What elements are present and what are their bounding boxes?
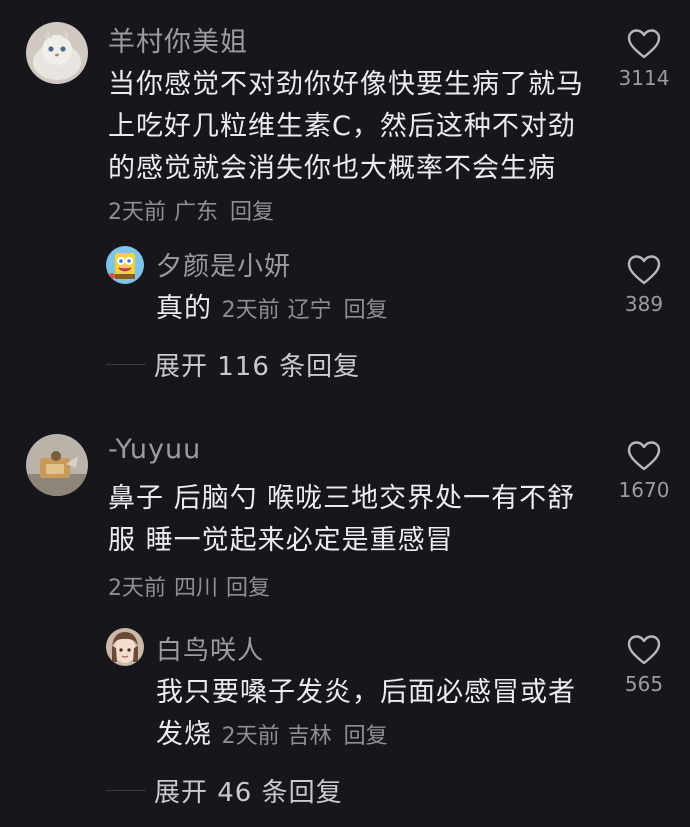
reply-body: 真的 — [156, 293, 212, 324]
comment-body: 鼻子 后脑勺 喉咙三地交界处一有不舒服 睡一觉起来必定是重感冒 — [108, 483, 576, 556]
reply-text: 真的 2天前 辽宁 回复 — [156, 288, 596, 332]
avatar[interactable] — [26, 434, 88, 496]
reply-text: 我只要嗓子发炎，后面必感冒或者发烧 2天前 吉林 回复 — [156, 672, 596, 758]
heart-outline-icon — [627, 635, 661, 665]
like-count: 1670 — [618, 478, 670, 502]
reply-button[interactable]: 回复 — [226, 576, 270, 601]
like-count: 3114 — [618, 66, 670, 90]
heart-outline-icon — [627, 255, 661, 285]
reply-location: 吉林 — [287, 724, 332, 749]
avatar[interactable] — [26, 22, 88, 84]
reply-username[interactable]: 白鸟咲人 — [156, 630, 264, 667]
reply-username[interactable]: 夕颜是小妍 — [156, 246, 291, 283]
like-button[interactable]: 3114 — [604, 28, 684, 90]
comment-time: 2天前 — [108, 200, 166, 225]
like-count: 389 — [624, 292, 664, 316]
comment-meta: 2天前 四川 回复 — [108, 570, 278, 602]
reply-meta: 2天前 辽宁 回复 — [222, 298, 396, 323]
like-button[interactable]: 565 — [604, 634, 684, 696]
comment-username[interactable]: -Yuyuu — [108, 434, 201, 465]
comment-meta: 2天前 广东 回复 — [108, 200, 282, 225]
reply-avatar[interactable] — [106, 246, 144, 284]
divider — [106, 364, 146, 365]
reply-avatar[interactable] — [106, 628, 144, 666]
comment-body: 当你感觉不对劲你好像快要生病了就马上吃好几粒维生素C，然后这种不对劲的感觉就会消… — [108, 69, 584, 184]
heart-outline-icon — [627, 29, 661, 59]
reply-location: 辽宁 — [287, 298, 332, 323]
comment-location: 广东 — [174, 200, 219, 225]
expand-replies-button[interactable]: 展开 116 条回复 — [106, 346, 360, 383]
expand-replies-label: 展开 116 条回复 — [154, 352, 361, 382]
reply-button[interactable]: 回复 — [230, 200, 274, 225]
reply-time: 2天前 — [221, 724, 280, 749]
comment-text: 鼻子 后脑勺 喉咙三地交界处一有不舒服 睡一觉起来必定是重感冒 — [108, 478, 596, 562]
expand-replies-button[interactable]: 展开 46 条回复 — [106, 772, 343, 809]
comment-location: 四川 — [174, 576, 219, 601]
like-button[interactable]: 389 — [604, 254, 684, 316]
reply-time: 2天前 — [221, 298, 280, 323]
divider — [106, 790, 146, 791]
reply-meta: 2天前 吉林 回复 — [222, 724, 396, 749]
expand-replies-label: 展开 46 条回复 — [154, 778, 343, 808]
like-count: 565 — [624, 672, 664, 696]
comment-time: 2天前 — [108, 576, 166, 601]
comment-text: 当你感觉不对劲你好像快要生病了就马上吃好几粒维生素C，然后这种不对劲的感觉就会消… — [108, 64, 596, 234]
reply-button[interactable]: 回复 — [344, 724, 388, 749]
like-button[interactable]: 1670 — [604, 440, 684, 502]
comment-username[interactable]: 羊村你美姐 — [108, 20, 248, 59]
reply-button[interactable]: 回复 — [344, 298, 388, 323]
heart-outline-icon — [627, 441, 661, 471]
